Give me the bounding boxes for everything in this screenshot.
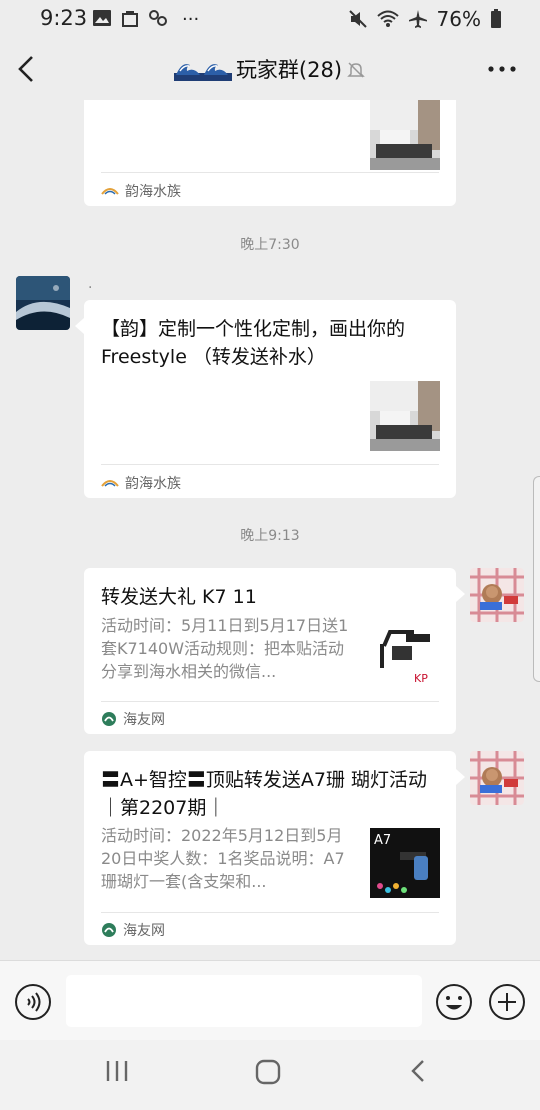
my-avatar[interactable] xyxy=(470,568,524,622)
svg-text:KP: KP xyxy=(414,672,428,685)
link-card-2[interactable]: 【韵】定制一个性化定制，画出你的Freestyle （转发送补水） 韵海水族 xyxy=(84,300,456,498)
system-back-button[interactable] xyxy=(406,1058,432,1084)
link-card-3[interactable]: 转发送大礼 K7 11 活动时间：5月11日到5月17日送1套K7140W活动规… xyxy=(84,568,456,734)
card-source: 韵海水族 xyxy=(125,476,181,492)
chat-title: 玩家群(28) xyxy=(235,58,343,82)
wave-emoji-icon xyxy=(173,64,232,81)
card-title: 【韵】定制一个性化定制，画出你的Freestyle （转发送补水） xyxy=(101,318,406,368)
timestamp: 晚上9:13 xyxy=(240,528,300,544)
chat-messages[interactable]: 韵海水族 晚上7:30 . 【韵】定制一个性化定制，画出你的Freestyle … xyxy=(0,100,540,960)
add-more-button[interactable] xyxy=(488,983,526,1021)
card-thumbnail xyxy=(370,381,440,451)
yunhai-logo-icon xyxy=(101,480,119,487)
haiyou-logo-icon xyxy=(102,712,116,726)
more-notifications: ··· xyxy=(182,9,200,30)
edge-panel-handle[interactable] xyxy=(533,476,540,682)
chat-header: 玩家群(28) xyxy=(0,38,540,100)
yunhai-logo-icon xyxy=(101,188,119,195)
card-thumbnail: KP xyxy=(370,620,440,690)
message-input[interactable] xyxy=(66,975,422,1027)
wifi-icon xyxy=(376,10,399,27)
status-bar: 9:23 ··· 76% xyxy=(0,0,540,38)
timestamp: 晚上7:30 xyxy=(240,237,300,253)
mute-bell-icon xyxy=(347,62,365,78)
haiyou-logo-icon xyxy=(102,923,116,937)
link-card-4[interactable]: 〓A+智控〓顶贴转发送A7珊 瑚灯活动｜第2207期｜ 活动时间：2022年5月… xyxy=(84,751,456,945)
card-source: 海友网 xyxy=(123,712,165,728)
airplane-icon xyxy=(408,10,427,28)
more-options-button[interactable] xyxy=(486,58,518,80)
battery-percent: 76% xyxy=(436,7,481,31)
card-source: 海友网 xyxy=(123,923,165,939)
link-card-1[interactable]: 韵海水族 xyxy=(84,100,456,206)
status-time: 9:23 xyxy=(40,6,88,30)
card-title: 〓A+智控〓顶贴转发送A7珊 瑚灯活动｜第2207期｜ xyxy=(101,769,428,819)
card-description: 活动时间：5月11日到5月17日送1套K7140W活动规则：把本贴活动分享到海水… xyxy=(101,616,349,681)
card-title: 转发送大礼 K7 11 xyxy=(101,586,257,608)
emoji-button[interactable] xyxy=(435,983,473,1021)
voice-input-button[interactable] xyxy=(14,983,52,1021)
thumb-label: A7 xyxy=(374,833,391,848)
recent-apps-button[interactable] xyxy=(104,1058,130,1084)
app-icon xyxy=(149,10,167,26)
input-bar xyxy=(0,960,540,1041)
card-thumbnail: A7 xyxy=(370,828,440,898)
card-description: 活动时间：2022年5月12日到5月20日中奖人数：1名奖品说明：A7珊瑚灯一套… xyxy=(101,826,345,891)
card-thumbnail xyxy=(370,100,440,170)
bag-icon xyxy=(122,11,138,27)
mute-icon xyxy=(348,10,367,28)
card-source: 韵海水族 xyxy=(125,184,181,200)
sender-name: . xyxy=(88,276,93,292)
gallery-icon xyxy=(93,10,111,26)
system-navigation-bar xyxy=(0,1040,540,1110)
avatar[interactable] xyxy=(16,276,70,330)
home-button[interactable] xyxy=(254,1058,282,1086)
my-avatar[interactable] xyxy=(470,751,524,805)
battery-icon xyxy=(491,9,501,28)
